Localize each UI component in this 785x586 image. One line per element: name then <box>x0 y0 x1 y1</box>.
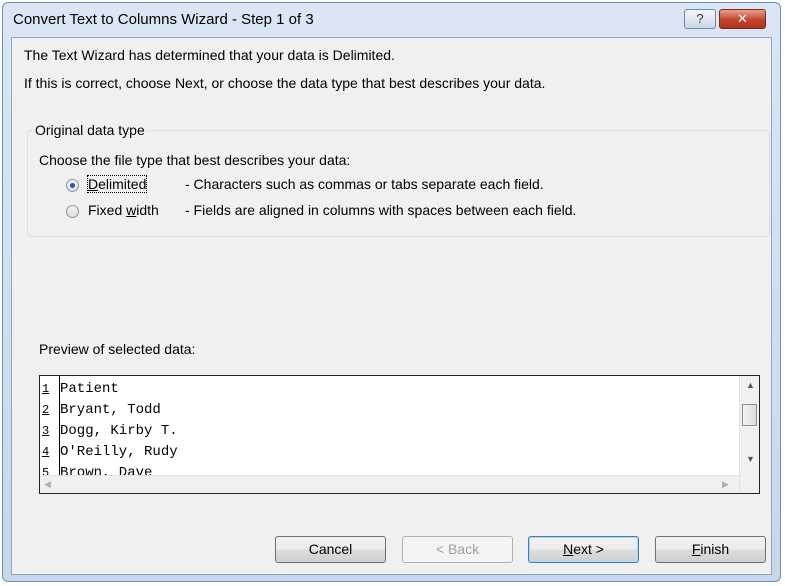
fixed-width-description: - Fields are aligned in columns with spa… <box>185 202 577 218</box>
delimited-access-key: D <box>88 176 99 192</box>
back-button[interactable]: < Back <box>402 536 513 563</box>
horizontal-scrollbar[interactable]: ◀ ▶ <box>40 475 739 493</box>
row-text: O'Reilly, Rudy <box>60 444 178 460</box>
fixed-width-radio[interactable] <box>66 205 79 218</box>
row-number: 2 <box>42 403 50 417</box>
preview-label: Preview of selected data: <box>39 341 196 357</box>
file-type-prompt: Choose the file type that best describes… <box>39 152 351 168</box>
next-label-rest: ext > <box>573 541 604 557</box>
help-button[interactable]: ? <box>684 9 716 29</box>
scroll-down-arrow-icon[interactable]: ▼ <box>746 454 755 464</box>
scroll-right-arrow-icon[interactable]: ▶ <box>722 479 729 490</box>
row-number: 4 <box>42 445 50 459</box>
scroll-left-arrow-icon[interactable]: ◀ <box>44 479 51 490</box>
fixed-width-label-rest: idth <box>136 202 159 218</box>
finish-button[interactable]: Finish <box>655 536 766 563</box>
cancel-button[interactable]: Cancel <box>275 536 386 563</box>
fixed-width-label[interactable]: Fixed width <box>88 202 159 218</box>
scroll-up-arrow-icon[interactable]: ▲ <box>746 380 755 390</box>
intro-line-1: The Text Wizard has determined that your… <box>24 47 395 63</box>
dialog-window: Convert Text to Columns Wizard - Step 1 … <box>2 2 781 582</box>
delimited-radio[interactable] <box>66 179 79 192</box>
row-number: 3 <box>42 424 50 438</box>
scroll-thumb[interactable] <box>742 404 757 426</box>
fixed-width-access-key: w <box>126 202 137 218</box>
delimited-label-rest: elimited <box>98 176 147 192</box>
dialog-body: The Text Wizard has determined that your… <box>11 37 772 575</box>
radio-selected-dot <box>70 183 75 188</box>
finish-label-rest: inish <box>700 541 730 557</box>
title-bar[interactable]: Convert Text to Columns Wizard - Step 1 … <box>3 3 780 37</box>
fixed-width-label-pre: Fixed <box>88 202 127 218</box>
vertical-scrollbar[interactable]: ▲ ▼ <box>739 376 759 493</box>
delimited-label[interactable]: Delimited <box>86 175 148 193</box>
intro-line-2: If this is correct, choose Next, or choo… <box>24 75 546 91</box>
row-text: Dogg, Kirby T. <box>60 423 178 439</box>
next-access-key: N <box>563 541 574 557</box>
row-number: 1 <box>42 382 50 396</box>
close-button[interactable]: ✕ <box>719 9 766 29</box>
data-preview-pane[interactable]: 1 Patient 2 Bryant, Todd 3 Dogg, Kirby T… <box>39 375 760 494</box>
window-title: Convert Text to Columns Wizard - Step 1 … <box>13 11 314 28</box>
group-legend: Original data type <box>32 122 148 138</box>
row-text: Bryant, Todd <box>60 402 161 418</box>
row-text: Patient <box>60 381 119 397</box>
delimited-description: - Characters such as commas or tabs sepa… <box>185 176 544 192</box>
next-button[interactable]: Next > <box>528 536 639 563</box>
